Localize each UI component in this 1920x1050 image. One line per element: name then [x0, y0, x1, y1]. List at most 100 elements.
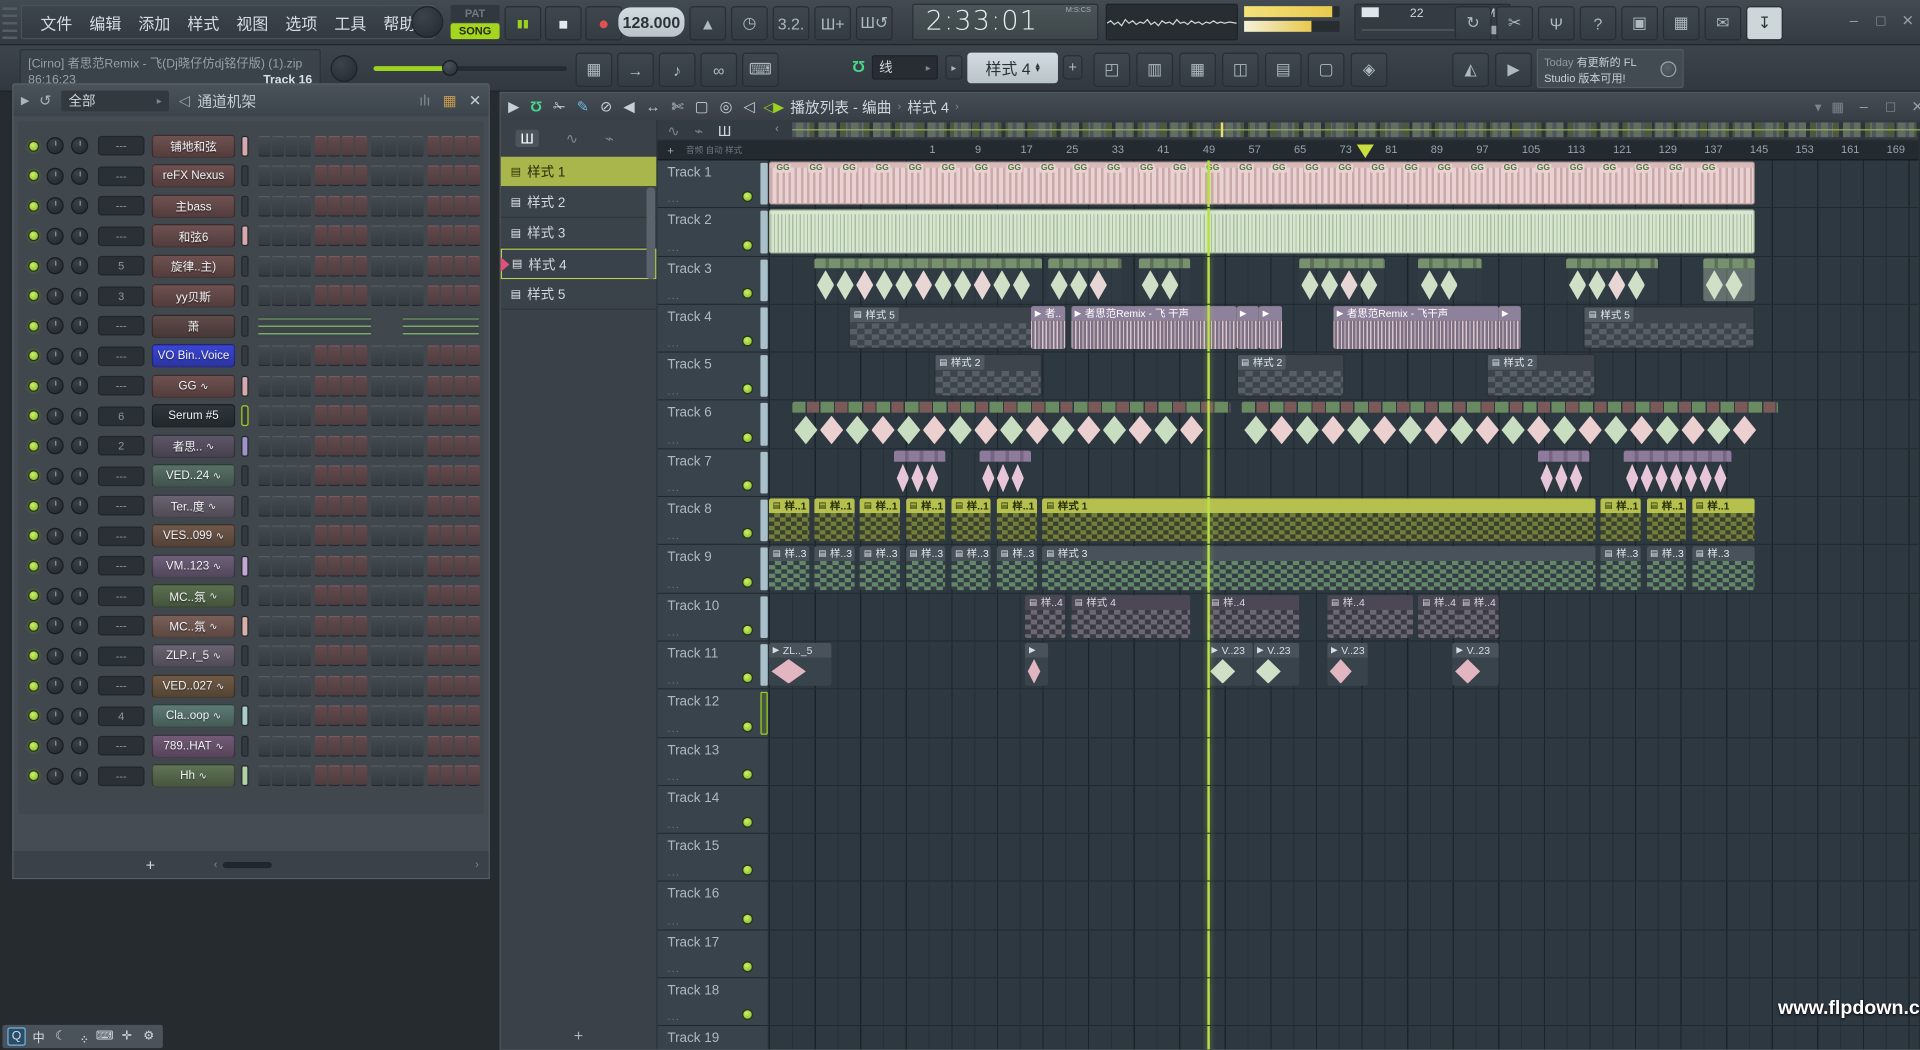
delete-icon[interactable]: ⊘ — [600, 98, 612, 115]
pattern-add-button[interactable]: + — [1063, 55, 1083, 79]
playhead-line[interactable] — [1208, 209, 1210, 256]
track-led[interactable] — [742, 336, 753, 347]
step-cell[interactable] — [454, 166, 466, 187]
step-cell[interactable] — [299, 736, 311, 757]
track-led[interactable] — [742, 288, 753, 299]
step-cell[interactable] — [398, 466, 410, 487]
track-lane[interactable] — [769, 209, 1919, 256]
track-options[interactable]: ... — [667, 578, 680, 590]
track-lane[interactable] — [769, 786, 1919, 833]
channel-volume-knob[interactable] — [71, 287, 88, 304]
select-icon[interactable]: ▢ — [695, 98, 709, 115]
step-cell[interactable] — [384, 766, 396, 787]
step-cell[interactable] — [427, 406, 439, 427]
maximize-button[interactable]: □ — [1871, 12, 1891, 29]
zoom-icon[interactable]: ◎ — [720, 98, 733, 115]
step-cell[interactable] — [272, 406, 284, 427]
channel-select-strip[interactable] — [241, 286, 248, 307]
step-cell[interactable] — [315, 616, 327, 637]
step-cell[interactable] — [411, 766, 423, 787]
step-cell[interactable] — [299, 346, 311, 367]
track-header[interactable]: Track 7... — [658, 449, 769, 496]
channel-pan-knob[interactable] — [47, 617, 64, 634]
step-cell[interactable] — [285, 556, 297, 577]
playhead-line[interactable] — [1208, 593, 1210, 640]
step-cell[interactable] — [258, 286, 270, 307]
rack-hscroll-left[interactable]: ‹ — [214, 858, 218, 870]
channel-led[interactable] — [28, 441, 39, 452]
track-led[interactable] — [742, 865, 753, 876]
step-cell[interactable] — [371, 496, 383, 517]
channel-target-display[interactable]: --- — [98, 526, 145, 546]
channel-volume-knob[interactable] — [71, 527, 88, 544]
play-tool-icon[interactable]: ▶ — [508, 98, 519, 115]
step-cell[interactable] — [454, 436, 466, 457]
step-cell[interactable] — [315, 556, 327, 577]
step-cell[interactable] — [441, 616, 453, 637]
step-cell[interactable] — [441, 436, 453, 457]
channel-volume-knob[interactable] — [71, 227, 88, 244]
channel-rack-icon[interactable]: ▦ — [1179, 53, 1216, 87]
step-cell[interactable] — [468, 526, 480, 547]
playhead-line[interactable] — [1208, 738, 1210, 785]
channel-led[interactable] — [28, 681, 39, 692]
track-header[interactable]: Track 3... — [658, 257, 769, 304]
step-cell[interactable] — [454, 376, 466, 397]
step-cell[interactable] — [384, 346, 396, 367]
minimize-button[interactable]: – — [1844, 12, 1864, 29]
step-cell[interactable] — [299, 616, 311, 637]
step-cell[interactable] — [468, 766, 480, 787]
step-cell[interactable] — [355, 766, 367, 787]
channel-volume-knob[interactable] — [71, 197, 88, 214]
playhead-line[interactable] — [1208, 1027, 1210, 1050]
channel-pan-knob[interactable] — [47, 647, 64, 664]
step-cell[interactable] — [355, 196, 367, 217]
channel-name-button[interactable]: 铺地和弦 — [152, 134, 235, 157]
step-cell[interactable] — [398, 586, 410, 607]
step-cell[interactable] — [355, 346, 367, 367]
track-lane[interactable] — [769, 738, 1919, 785]
track-lane[interactable] — [769, 978, 1919, 1025]
step-cell[interactable] — [468, 496, 480, 517]
step-cell[interactable] — [371, 376, 383, 397]
step-cell[interactable] — [285, 586, 297, 607]
channel-pan-knob[interactable] — [47, 467, 64, 484]
cut-icon[interactable]: ✂ — [1496, 6, 1533, 40]
step-cell[interactable] — [427, 256, 439, 277]
step-cell[interactable] — [299, 256, 311, 277]
step-cell[interactable] — [258, 346, 270, 367]
track-lane[interactable]: ▤样..1▤样..1▤样..1▤样..1▤样..1▤样..1▤样式 1▤样..1… — [769, 497, 1919, 544]
step-cell[interactable] — [384, 406, 396, 427]
menu-item-1[interactable]: 编辑 — [81, 10, 130, 33]
step-cell[interactable] — [427, 376, 439, 397]
piano-roll-icon[interactable]: ▥ — [1136, 53, 1173, 87]
step-cell[interactable] — [468, 436, 480, 457]
clip-audio-green[interactable] — [1048, 258, 1122, 301]
step-cell[interactable] — [371, 166, 383, 187]
step-cell[interactable] — [468, 706, 480, 727]
step-cell[interactable] — [258, 466, 270, 487]
channel-volume-knob[interactable] — [71, 767, 88, 784]
rack-hscroll-right[interactable]: › — [475, 858, 479, 870]
channel-target-display[interactable]: --- — [98, 586, 145, 606]
clip-audio-label[interactable]: ▶ — [1025, 643, 1048, 686]
step-cell[interactable] — [258, 646, 270, 667]
minimap-view[interactable] — [792, 122, 1920, 137]
step-cell[interactable] — [411, 376, 423, 397]
channel-volume-knob[interactable] — [71, 377, 88, 394]
track-header[interactable]: Track 12... — [658, 690, 769, 737]
step-cell[interactable] — [285, 256, 297, 277]
step-cell[interactable] — [427, 766, 439, 787]
track-header[interactable]: Track 13... — [658, 738, 769, 785]
clip-pattern-olive[interactable]: ▤样..1 — [860, 498, 900, 541]
step-cell[interactable] — [258, 226, 270, 247]
menu-item-6[interactable]: 工具 — [326, 10, 375, 33]
channel-led[interactable] — [28, 531, 39, 542]
save-new-icon[interactable]: ▦ — [1663, 6, 1700, 40]
step-cell[interactable] — [411, 556, 423, 577]
step-cell[interactable] — [427, 616, 439, 637]
step-cell[interactable] — [328, 646, 340, 667]
step-cell[interactable] — [398, 616, 410, 637]
step-cell[interactable] — [398, 736, 410, 757]
channel-name-button[interactable]: yy贝斯 — [152, 284, 235, 307]
